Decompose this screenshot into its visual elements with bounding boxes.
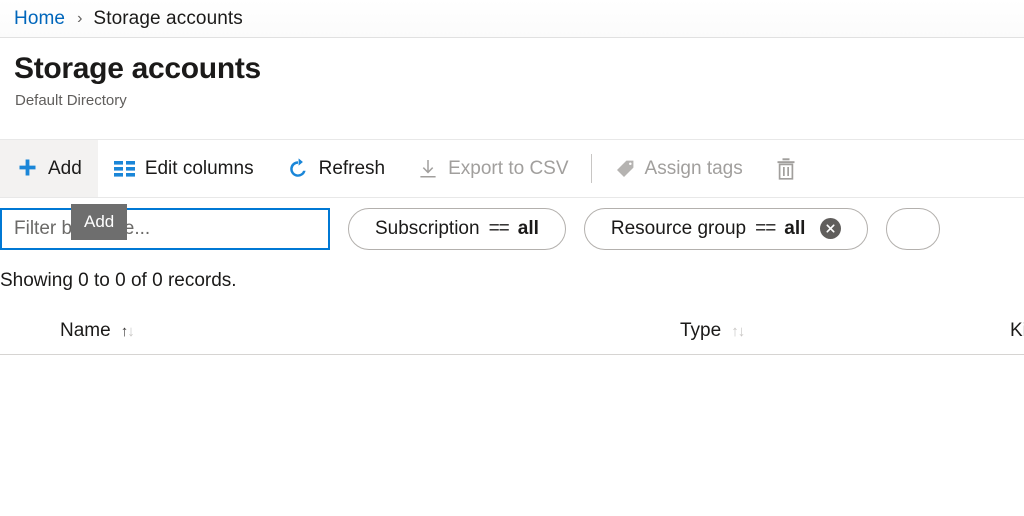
page-header: Storage accounts Default Directory [0,38,1024,140]
edit-columns-button[interactable]: Edit columns [98,140,270,197]
toolbar-divider [590,154,592,183]
column-header-kind[interactable]: Kind [1010,320,1024,355]
command-bar: Add Edit columns Refresh Export to CSV A… [0,140,1024,198]
resource-group-filter-value: all [784,217,806,239]
resource-group-filter-clear-icon[interactable] [820,218,842,239]
edit-columns-label: Edit columns [144,157,254,179]
tag-icon [614,158,636,180]
resource-group-filter-pill[interactable]: Resource group == all [583,207,869,250]
page-subtitle: Default Directory [15,92,127,109]
delete-button[interactable] [759,140,822,197]
breadcrumb: Home › Storage accounts [0,0,1024,38]
column-header-type[interactable]: Type ↑↓ [680,320,1010,355]
breadcrumb-home-link[interactable]: Home [14,8,65,30]
refresh-button[interactable]: Refresh [270,140,402,197]
export-to-csv-label: Export to CSV [448,157,569,179]
resource-group-filter-field: Resource group [610,217,747,239]
add-button-label: Add [48,157,82,179]
filter-by-name-input[interactable] [0,207,330,250]
page-title: Storage accounts [14,52,261,85]
storage-accounts-table: Name ↑↓ Type ↑↓ Kind [0,320,1024,355]
export-to-csv-button[interactable]: Export to CSV [401,140,584,197]
breadcrumb-chevron-icon: › [77,9,83,27]
filter-bar: Subscription == all Resource group == al… [0,198,1024,260]
resource-group-filter-operator: == [755,217,776,239]
sort-icon-type[interactable]: ↑↓ [731,324,745,339]
additional-filter-pill[interactable] [886,207,941,250]
column-header-name[interactable]: Name ↑↓ [0,320,680,355]
subscription-filter-pill[interactable]: Subscription == all [348,207,566,250]
columns-icon [113,160,136,178]
trash-icon [775,157,797,181]
sort-icon-name[interactable]: ↑↓ [121,324,135,339]
download-icon [417,158,439,180]
assign-tags-label: Assign tags [644,157,743,179]
refresh-icon [286,157,310,181]
records-summary: Showing 0 to 0 of 0 records. [0,270,237,291]
refresh-label: Refresh [318,157,386,179]
table-header-row: Name ↑↓ Type ↑↓ Kind [0,320,1024,355]
column-header-type-label: Type [680,320,722,341]
subscription-filter-field: Subscription [375,217,480,239]
column-header-kind-label: Kind [1010,320,1024,341]
subscription-filter-value: all [517,217,539,239]
plus-icon [16,157,39,180]
breadcrumb-current: Storage accounts [93,7,243,29]
column-header-name-label: Name [60,320,111,341]
assign-tags-button[interactable]: Assign tags [598,140,759,197]
subscription-filter-operator: == [488,217,510,239]
add-button[interactable]: Add [0,140,98,197]
add-tooltip: Add [71,204,128,240]
